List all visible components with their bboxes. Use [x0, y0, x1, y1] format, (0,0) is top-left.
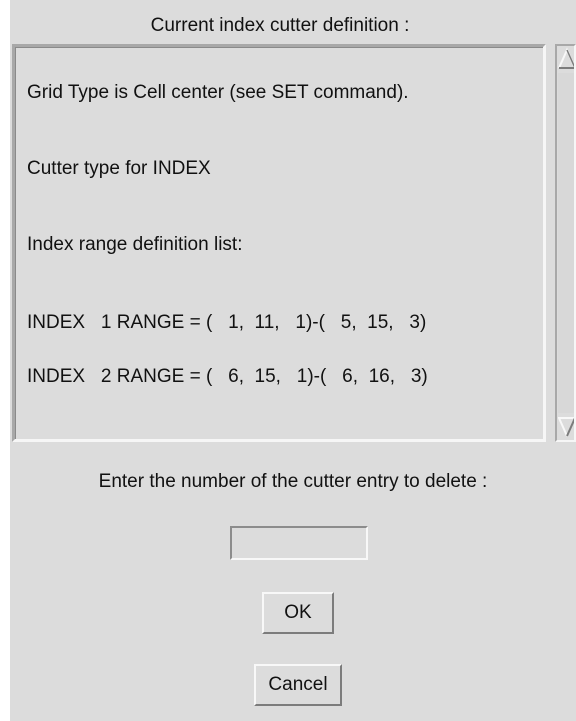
arrow-up-icon[interactable] [558, 47, 574, 71]
grid-type-line: Grid Type is Cell center (see SET comman… [27, 82, 409, 103]
range-list-heading: Index range definition list: [27, 234, 243, 255]
arrow-down-icon[interactable] [558, 415, 574, 439]
cutter-number-input[interactable] [230, 526, 368, 560]
index-range-line-2: INDEX 2 RANGE = ( 6, 15, 1)-( 6, 16, 3) [27, 366, 428, 387]
definition-text-area[interactable]: Grid Type is Cell center (see SET comman… [12, 44, 546, 442]
scrollbar-trough[interactable] [558, 73, 574, 413]
cancel-button[interactable]: Cancel [254, 664, 342, 706]
index-range-line-1: INDEX 1 RANGE = ( 1, 11, 1)-( 5, 15, 3) [27, 312, 427, 333]
delete-cutter-dialog: Current index cutter definition : Grid T… [10, 0, 576, 721]
ok-button[interactable]: OK [262, 592, 334, 634]
dialog-title: Current index cutter definition : [150, 15, 410, 36]
delete-prompt-label: Enter the number of the cutter entry to … [98, 471, 488, 492]
cutter-type-line: Cutter type for INDEX [27, 158, 211, 179]
vertical-scrollbar[interactable] [555, 44, 576, 442]
